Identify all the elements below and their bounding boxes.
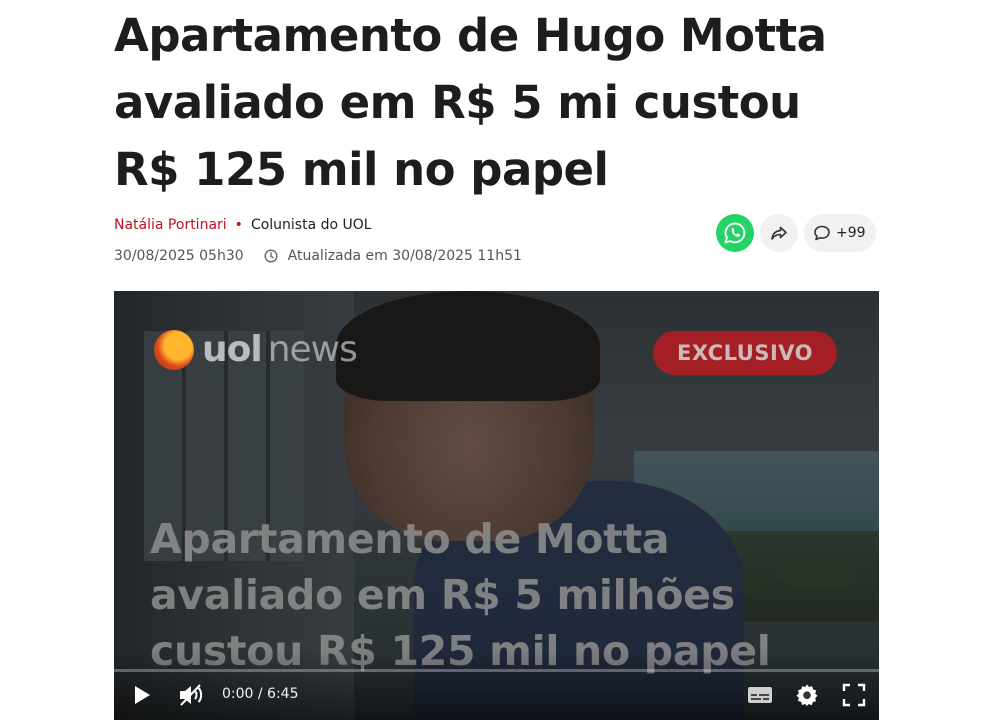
article-dates: 30/08/2025 05h30 Atualizada em 30/08/202… (114, 246, 522, 266)
mute-button[interactable] (178, 683, 206, 707)
play-icon (135, 686, 150, 704)
settings-icon (796, 684, 818, 706)
share-button[interactable] (760, 214, 798, 252)
uol-logo-word: uol (202, 329, 263, 370)
settings-button[interactable] (795, 683, 819, 707)
author-role: Colunista do UOL (250, 217, 372, 233)
video-progress-bar[interactable] (114, 669, 879, 672)
comments-button[interactable]: +99 (804, 214, 876, 252)
exclusive-badge: EXCLUSIVO (653, 331, 837, 375)
clock-icon (264, 249, 278, 263)
comments-count: +99 (836, 225, 866, 241)
whatsapp-share-button[interactable] (716, 214, 754, 252)
author-link[interactable]: Natália Portinari (114, 215, 227, 235)
news-logo-word: news (267, 329, 358, 370)
byline-separator: • (234, 217, 243, 233)
whatsapp-icon (724, 222, 746, 244)
volume-muted-icon (180, 684, 203, 706)
fullscreen-button[interactable] (842, 683, 866, 707)
captions-button[interactable] (747, 683, 773, 707)
uol-news-logo: uol news (154, 329, 358, 370)
published-date: 30/08/2025 05h30 (114, 248, 244, 264)
article-headline: Apartamento de Hugo Motta avaliado em R$… (114, 9, 827, 196)
updated-date-wrap: Atualizada em 30/08/2025 11h51 (264, 246, 522, 266)
share-bar: +99 (716, 214, 876, 252)
play-button[interactable] (132, 683, 152, 707)
fullscreen-icon (842, 683, 866, 707)
uol-circle-icon (154, 329, 194, 370)
captions-icon (748, 687, 772, 703)
video-time: 0:00 / 6:45 (222, 686, 299, 702)
share-icon (771, 226, 787, 240)
byline: Natália Portinari • Colunista do UOL (114, 215, 372, 235)
comment-icon (814, 225, 830, 241)
updated-date: Atualizada em 30/08/2025 11h51 (287, 248, 522, 264)
video-player[interactable]: uol news EXCLUSIVO Apartamento de Motta … (114, 291, 879, 720)
